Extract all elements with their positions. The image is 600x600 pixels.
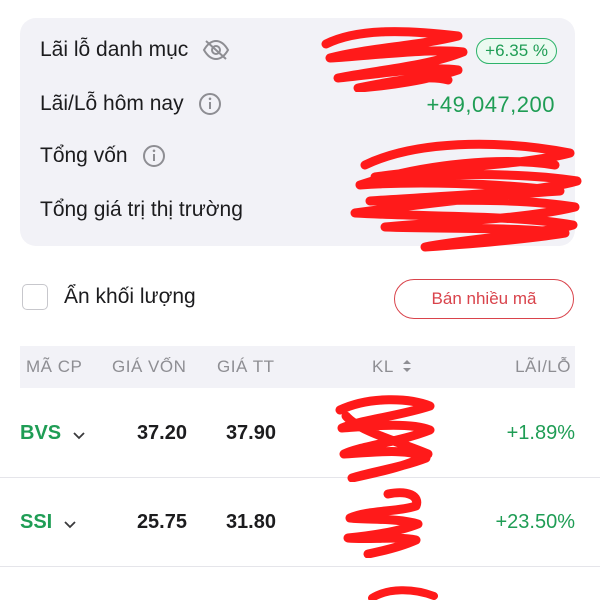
hide-volume-checkbox[interactable]	[22, 284, 48, 310]
ticker-cell[interactable]: SSI	[20, 478, 76, 566]
holdings-table-header: MÃ CP GIÁ VỐN GIÁ TT KL LÃI/LỖ	[20, 346, 575, 388]
sort-icon[interactable]	[402, 347, 412, 389]
total-capital-label: Tổng vốn	[40, 144, 128, 167]
portfolio-pnl-label: Lãi lỗ danh mục	[40, 38, 189, 61]
redaction-scribble	[368, 586, 438, 600]
info-icon[interactable]	[198, 92, 222, 116]
pnl-cell: +1.89%	[506, 422, 575, 444]
market-price-cell: 31.80	[225, 511, 276, 533]
portfolio-pnl-pct-badge: +6.35 %	[476, 38, 557, 64]
portfolio-summary-card: Lãi lỗ danh mục +6.35 % Lãi/Lỗ hôm nay +…	[20, 18, 575, 246]
table-row[interactable]: BVS 37.20 37.90 +1.89%	[0, 389, 600, 478]
pnl-cell: +23.50%	[495, 511, 575, 533]
eye-off-icon[interactable]	[202, 39, 230, 61]
ticker-cell[interactable]: BVS	[20, 389, 85, 477]
column-header-ticker: MÃ CP	[26, 357, 83, 376]
today-pnl-row: Lãi/Lỗ hôm nay	[40, 92, 222, 116]
hide-volume-toggle[interactable]: Ẩn khối lượng	[22, 284, 196, 310]
chevron-down-icon[interactable]	[73, 390, 85, 478]
ticker-symbol: SSI	[20, 511, 53, 533]
table-row[interactable]: SSI 25.75 31.80 +23.50%	[0, 478, 600, 567]
market-value-label: Tổng giá trị thị trường	[40, 198, 243, 221]
today-pnl-value: +49,047,200	[426, 92, 555, 117]
column-header-market-price: GIÁ TT	[217, 357, 275, 376]
chevron-down-icon[interactable]	[64, 479, 76, 567]
column-header-cost-price: GIÁ VỐN	[112, 357, 187, 376]
cost-price-cell: 25.75	[136, 511, 187, 533]
market-value-row: Tổng giá trị thị trường	[40, 198, 243, 222]
portfolio-pnl-row: Lãi lỗ danh mục	[40, 38, 230, 62]
column-header-pnl: LÃI/LỖ	[515, 357, 571, 376]
column-header-volume[interactable]: KL	[372, 346, 412, 388]
column-header-volume-label: KL	[372, 357, 394, 376]
cost-price-cell: 37.20	[136, 422, 187, 444]
hide-volume-label: Ẩn khối lượng	[64, 285, 196, 308]
info-icon[interactable]	[142, 144, 166, 168]
total-capital-row: Tổng vốn	[40, 144, 166, 168]
market-price-cell: 37.90	[225, 422, 276, 444]
ticker-symbol: BVS	[20, 422, 62, 444]
today-pnl-label: Lãi/Lỗ hôm nay	[40, 92, 184, 115]
sell-multiple-button[interactable]: Bán nhiều mã	[394, 279, 574, 319]
